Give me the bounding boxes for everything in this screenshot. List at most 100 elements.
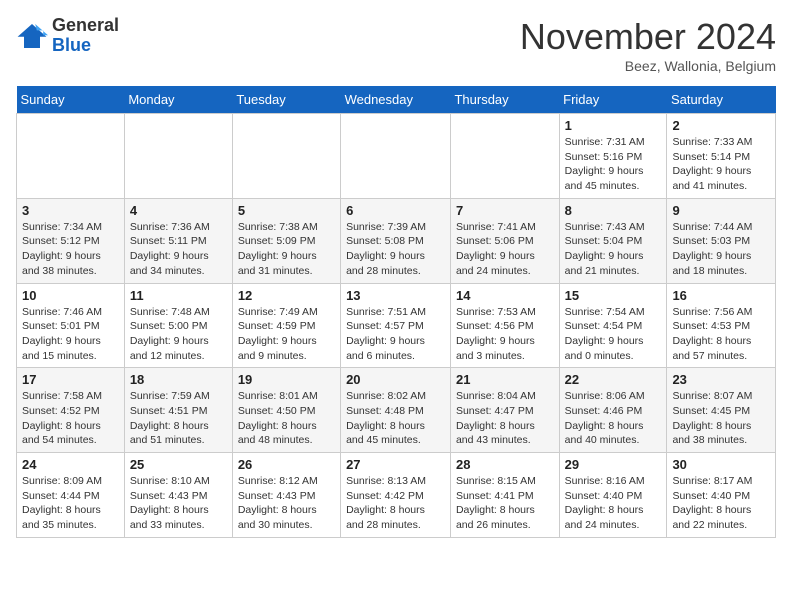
location: Beez, Wallonia, Belgium [520, 58, 776, 74]
day-info: Sunrise: 7:49 AMSunset: 4:59 PMDaylight:… [238, 305, 335, 364]
day-number: 14 [456, 288, 554, 303]
day-number: 3 [22, 203, 119, 218]
calendar-cell: 16Sunrise: 7:56 AMSunset: 4:53 PMDayligh… [667, 283, 776, 368]
day-info: Sunrise: 8:04 AMSunset: 4:47 PMDaylight:… [456, 389, 554, 448]
calendar-cell: 20 Sunrise: 8:02 AMSunset: 4:48 PMDayligh… [341, 368, 451, 453]
day-info: Sunrise: 7:54 AMSunset: 4:54 PMDaylight:… [565, 305, 662, 364]
calendar-cell: 4Sunrise: 7:36 AMSunset: 5:11 PMDaylight… [124, 198, 232, 283]
calendar-cell: 19 Sunrise: 8:01 AMSunset: 4:50 PMDayligh… [232, 368, 340, 453]
calendar-cell: 7 Sunrise: 7:41 AMSunset: 5:06 PMDaylight… [450, 198, 559, 283]
calendar-cell: 14 Sunrise: 7:53 AMSunset: 4:56 PMDayligh… [450, 283, 559, 368]
day-number: 19 [238, 372, 335, 387]
day-number: 28 [456, 457, 554, 472]
calendar-cell: 24Sunrise: 8:09 AMSunset: 4:44 PMDayligh… [17, 453, 125, 538]
header-day-wednesday: Wednesday [341, 86, 451, 114]
calendar-cell [232, 114, 340, 199]
title-area: November 2024 Beez, Wallonia, Belgium [520, 16, 776, 74]
calendar-cell: 3Sunrise: 7:34 AMSunset: 5:12 PMDaylight… [17, 198, 125, 283]
day-info: Sunrise: 7:48 AMSunset: 5:00 PMDaylight:… [130, 305, 227, 364]
calendar-body: 1 Sunrise: 7:31 AMSunset: 5:16 PMDaylight… [17, 114, 776, 538]
day-number: 18 [130, 372, 227, 387]
day-info: Sunrise: 7:36 AMSunset: 5:11 PMDaylight:… [130, 220, 227, 279]
day-number: 5 [238, 203, 335, 218]
calendar-cell: 17Sunrise: 7:58 AMSunset: 4:52 PMDayligh… [17, 368, 125, 453]
calendar-cell [17, 114, 125, 199]
day-number: 27 [346, 457, 445, 472]
calendar-cell [124, 114, 232, 199]
calendar-cell: 18 Sunrise: 7:59 AMSunset: 4:51 PMDayligh… [124, 368, 232, 453]
day-info: Sunrise: 7:39 AMSunset: 5:08 PMDaylight:… [346, 220, 445, 279]
header-day-monday: Monday [124, 86, 232, 114]
header-day-saturday: Saturday [667, 86, 776, 114]
day-info: Sunrise: 8:09 AMSunset: 4:44 PMDaylight:… [22, 474, 119, 533]
week-row-4: 24Sunrise: 8:09 AMSunset: 4:44 PMDayligh… [17, 453, 776, 538]
day-info: Sunrise: 8:16 AMSunset: 4:40 PMDaylight:… [565, 474, 662, 533]
calendar-cell: 10 Sunrise: 7:46 AMSunset: 5:01 PMDayligh… [17, 283, 125, 368]
calendar-cell: 28 Sunrise: 8:15 AMSunset: 4:41 PMDayligh… [450, 453, 559, 538]
day-info: Sunrise: 7:51 AMSunset: 4:57 PMDaylight:… [346, 305, 445, 364]
day-info: Sunrise: 8:01 AMSunset: 4:50 PMDaylight:… [238, 389, 335, 448]
logo-general-text: General [52, 16, 119, 36]
day-number: 20 [346, 372, 445, 387]
day-number: 22 [565, 372, 662, 387]
day-info: Sunrise: 7:38 AMSunset: 5:09 PMDaylight:… [238, 220, 335, 279]
day-info: Sunrise: 7:31 AMSunset: 5:16 PMDaylight:… [565, 135, 662, 194]
day-info: Sunrise: 7:43 AMSunset: 5:04 PMDaylight:… [565, 220, 662, 279]
day-number: 17 [22, 372, 119, 387]
header-row: SundayMondayTuesdayWednesdayThursdayFrid… [17, 86, 776, 114]
calendar-cell: 8Sunrise: 7:43 AMSunset: 5:04 PMDaylight… [559, 198, 667, 283]
day-info: Sunrise: 7:46 AMSunset: 5:01 PMDaylight:… [22, 305, 119, 364]
calendar-cell: 15Sunrise: 7:54 AMSunset: 4:54 PMDayligh… [559, 283, 667, 368]
calendar-cell: 22Sunrise: 8:06 AMSunset: 4:46 PMDayligh… [559, 368, 667, 453]
day-info: Sunrise: 8:10 AMSunset: 4:43 PMDaylight:… [130, 474, 227, 533]
calendar-table: SundayMondayTuesdayWednesdayThursdayFrid… [16, 86, 776, 538]
calendar-cell: 1 Sunrise: 7:31 AMSunset: 5:16 PMDaylight… [559, 114, 667, 199]
day-number: 1 [565, 118, 662, 133]
day-number: 6 [346, 203, 445, 218]
month-title: November 2024 [520, 16, 776, 58]
calendar-cell: 26Sunrise: 8:12 AMSunset: 4:43 PMDayligh… [232, 453, 340, 538]
calendar-cell: 29Sunrise: 8:16 AMSunset: 4:40 PMDayligh… [559, 453, 667, 538]
logo: General Blue [16, 16, 119, 56]
calendar-cell: 13 Sunrise: 7:51 AMSunset: 4:57 PMDayligh… [341, 283, 451, 368]
day-number: 25 [130, 457, 227, 472]
day-number: 13 [346, 288, 445, 303]
calendar-cell: 11 Sunrise: 7:48 AMSunset: 5:00 PMDayligh… [124, 283, 232, 368]
day-number: 2 [672, 118, 770, 133]
day-info: Sunrise: 8:12 AMSunset: 4:43 PMDaylight:… [238, 474, 335, 533]
calendar-cell: 9Sunrise: 7:44 AMSunset: 5:03 PMDaylight… [667, 198, 776, 283]
logo-text: General Blue [52, 16, 119, 56]
calendar-cell: 6 Sunrise: 7:39 AMSunset: 5:08 PMDaylight… [341, 198, 451, 283]
header: General Blue November 2024 Beez, Walloni… [16, 16, 776, 74]
day-number: 23 [672, 372, 770, 387]
week-row-0: 1 Sunrise: 7:31 AMSunset: 5:16 PMDaylight… [17, 114, 776, 199]
header-day-thursday: Thursday [450, 86, 559, 114]
day-info: Sunrise: 8:07 AMSunset: 4:45 PMDaylight:… [672, 389, 770, 448]
day-info: Sunrise: 7:53 AMSunset: 4:56 PMDaylight:… [456, 305, 554, 364]
day-number: 10 [22, 288, 119, 303]
day-info: Sunrise: 8:15 AMSunset: 4:41 PMDaylight:… [456, 474, 554, 533]
day-info: Sunrise: 7:59 AMSunset: 4:51 PMDaylight:… [130, 389, 227, 448]
logo-blue-text: Blue [52, 36, 119, 56]
calendar-header: SundayMondayTuesdayWednesdayThursdayFrid… [17, 86, 776, 114]
header-day-tuesday: Tuesday [232, 86, 340, 114]
calendar-cell: 25 Sunrise: 8:10 AMSunset: 4:43 PMDayligh… [124, 453, 232, 538]
calendar-cell: 23 Sunrise: 8:07 AMSunset: 4:45 PMDayligh… [667, 368, 776, 453]
day-info: Sunrise: 7:44 AMSunset: 5:03 PMDaylight:… [672, 220, 770, 279]
day-info: Sunrise: 8:13 AMSunset: 4:42 PMDaylight:… [346, 474, 445, 533]
week-row-1: 3Sunrise: 7:34 AMSunset: 5:12 PMDaylight… [17, 198, 776, 283]
logo-icon [16, 22, 48, 50]
day-info: Sunrise: 7:33 AMSunset: 5:14 PMDaylight:… [672, 135, 770, 194]
day-number: 11 [130, 288, 227, 303]
day-info: Sunrise: 8:02 AMSunset: 4:48 PMDaylight:… [346, 389, 445, 448]
calendar-cell: 30Sunrise: 8:17 AMSunset: 4:40 PMDayligh… [667, 453, 776, 538]
calendar-cell [450, 114, 559, 199]
week-row-2: 10 Sunrise: 7:46 AMSunset: 5:01 PMDayligh… [17, 283, 776, 368]
day-number: 21 [456, 372, 554, 387]
header-day-friday: Friday [559, 86, 667, 114]
day-number: 7 [456, 203, 554, 218]
calendar-cell [341, 114, 451, 199]
calendar-cell: 12Sunrise: 7:49 AMSunset: 4:59 PMDayligh… [232, 283, 340, 368]
day-info: Sunrise: 7:41 AMSunset: 5:06 PMDaylight:… [456, 220, 554, 279]
week-row-3: 17Sunrise: 7:58 AMSunset: 4:52 PMDayligh… [17, 368, 776, 453]
